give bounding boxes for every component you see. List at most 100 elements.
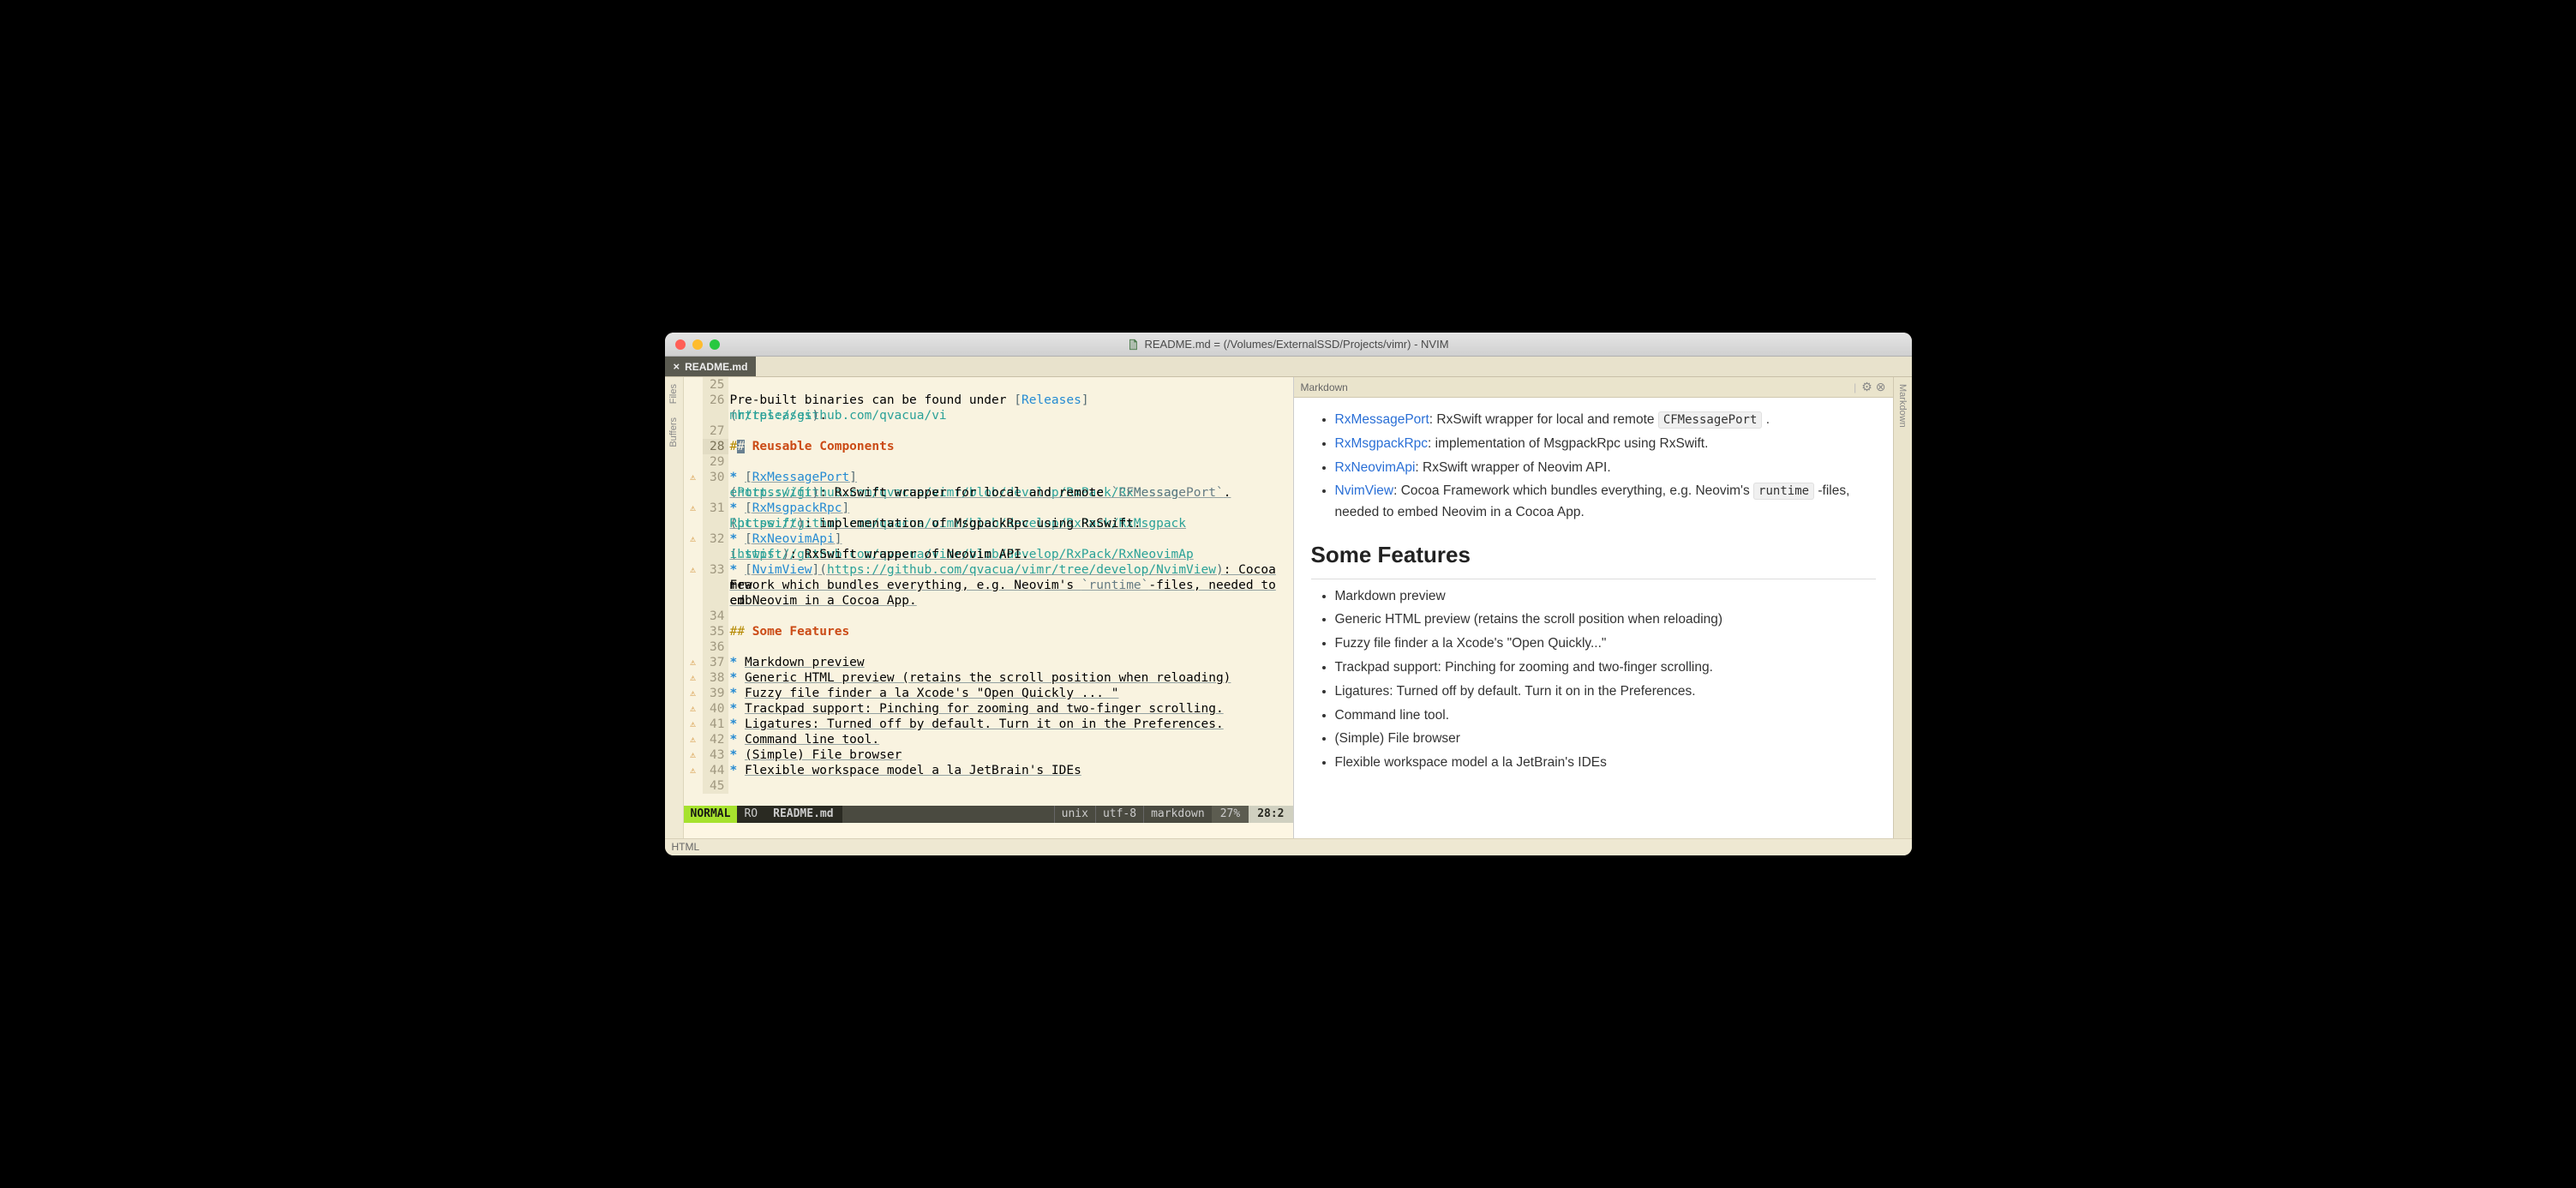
preview-list-item: RxMessagePort: RxSwift wrapper for local… [1335,410,1876,431]
editor-viewport[interactable]: 2526Pre-built binaries can be found unde… [684,377,1293,806]
filetype-indicator: markdown [1143,806,1212,823]
editor-line[interactable]: ⚠42* Command line tool. [684,732,1293,747]
editor-line[interactable]: ⚠44* Flexible workspace model a la JetBr… [684,763,1293,778]
editor-line[interactable]: mework which bundles everything, e.g. Ne… [684,578,1293,593]
minimize-window-button[interactable] [692,339,703,350]
command-line[interactable] [684,823,1293,838]
preview-header: Markdown | ⚙ ⊗ [1294,377,1893,398]
editor-line[interactable]: 27 [684,423,1293,439]
editor-line[interactable]: ⚠32* [RxNeovimApi](https://github.com/qv… [684,531,1293,547]
preview-link[interactable]: RxMessagePort [1335,412,1429,427]
editor-line[interactable]: mr/releases). [684,408,1293,423]
sign-column [684,578,703,593]
editor-line[interactable]: ⚠39* Fuzzy file finder a la Xcode's "Ope… [684,686,1293,701]
inline-code: CFMessagePort [1658,411,1763,429]
editor-line[interactable]: ⚠31* [RxMsgpackRpc](https://github.com/q… [684,501,1293,516]
editor-line[interactable]: ⚠33* [NvimView](https://github.com/qvacu… [684,562,1293,578]
close-preview-icon[interactable]: ⊗ [1876,380,1886,394]
line-number: 43 [703,747,728,763]
line-number: 39 [703,686,728,701]
line-number: 28 [703,439,728,454]
editor-line[interactable]: ed Neovim in a Cocoa App. [684,593,1293,609]
line-number: 27 [703,423,728,439]
document-icon [1127,339,1139,351]
editor-line[interactable]: i.swift): RxSwift wrapper of Neovim API. [684,547,1293,562]
zoom-window-button[interactable] [710,339,720,350]
editor-line[interactable]: ⚠41* Ligatures: Turned off by default. T… [684,717,1293,732]
titlebar: README.md = (/Volumes/ExternalSSD/Projec… [665,333,1912,357]
editor-line[interactable]: ⚠43* (Simple) File browser [684,747,1293,763]
line-number [703,485,728,501]
code-text: ed Neovim in a Cocoa App. [728,593,1293,609]
code-text: Rpc.swift): implementation of MsgpackRpc… [728,516,1293,531]
code-text: * (Simple) File browser [728,747,1293,763]
preview-list-item: RxNeovimApi: RxSwift wrapper of Neovim A… [1335,458,1876,479]
line-number: 44 [703,763,728,778]
editor-line[interactable]: 35## Some Features [684,624,1293,639]
editor-line[interactable]: 25 [684,377,1293,393]
sign-column [684,423,703,439]
line-number: 30 [703,470,728,485]
preview-heading: Some Features [1311,537,1876,579]
mode-indicator: NORMAL [684,806,738,823]
html-tool-button[interactable]: HTML [672,841,700,853]
tab-label: README.md [685,361,747,373]
line-number: 37 [703,655,728,670]
line-number: 33 [703,562,728,578]
close-window-button[interactable] [675,339,686,350]
editor-line[interactable]: ⚠38* Generic HTML preview (retains the s… [684,670,1293,686]
code-text: * Generic HTML preview (retains the scro… [728,670,1293,686]
encoding-indicator: utf-8 [1095,806,1143,823]
fileformat-indicator: unix [1054,806,1095,823]
editor-line[interactable]: ⚠30* [RxMessagePort](https://github.com/… [684,470,1293,485]
editor-line[interactable]: 28## Reusable Components [684,439,1293,454]
buffers-tool-button[interactable]: Buffers [668,414,679,451]
code-text: * [RxMsgpackRpc](https://github.com/qvac… [728,501,1293,516]
line-number: 35 [703,624,728,639]
editor-line[interactable]: ⚠40* Trackpad support: Pinching for zoom… [684,701,1293,717]
editor-line[interactable]: 36 [684,639,1293,655]
tab-readme[interactable]: × README.md [665,357,757,376]
close-tab-icon[interactable]: × [674,360,680,373]
line-number: 42 [703,732,728,747]
editor-line[interactable]: 26Pre-built binaries can be found under … [684,393,1293,408]
line-number: 45 [703,778,728,794]
sign-column: ⚠ [684,655,703,670]
code-text: * Fuzzy file finder a la Xcode's "Open Q… [728,686,1293,701]
editor-line[interactable]: 29 [684,454,1293,470]
preview-title: Markdown [1301,381,1854,393]
editor-line[interactable]: 45 [684,778,1293,794]
preview-link[interactable]: RxMsgpackRpc [1335,436,1429,451]
sign-column: ⚠ [684,501,703,516]
sign-column [684,624,703,639]
markdown-tool-button[interactable]: Markdown [1897,381,1908,431]
right-tool-rail: Markdown [1893,377,1912,838]
line-number [703,578,728,593]
editor-line[interactable]: Rpc.swift): implementation of MsgpackRpc… [684,516,1293,531]
code-text: * Ligatures: Turned off by default. Turn… [728,717,1293,732]
sign-column [684,454,703,470]
code-text [728,639,1293,655]
code-text: ePort.swift): RxSwift wrapper for local … [728,485,1293,501]
preview-body[interactable]: RxMessagePort: RxSwift wrapper for local… [1294,398,1893,838]
editor-line[interactable]: ⚠37* Markdown preview [684,655,1293,670]
preview-link[interactable]: RxNeovimApi [1335,460,1416,475]
app-window: README.md = (/Volumes/ExternalSSD/Projec… [665,333,1912,855]
preview-link[interactable]: NvimView [1335,483,1394,498]
readonly-indicator: RO [737,806,764,823]
sign-column: ⚠ [684,531,703,547]
gear-icon[interactable]: ⚙ [1861,380,1872,394]
preview-list-item: Generic HTML preview (retains the scroll… [1335,609,1876,631]
code-text [728,778,1293,794]
sign-column: ⚠ [684,701,703,717]
files-tool-button[interactable]: Files [668,381,679,407]
editor-line[interactable]: 34 [684,609,1293,624]
preview-list-item: Flexible workspace model a la JetBrain's… [1335,753,1876,774]
line-number: 38 [703,670,728,686]
sign-column [684,516,703,531]
editor-line[interactable]: ePort.swift): RxSwift wrapper for local … [684,485,1293,501]
inline-code: runtime [1753,483,1814,500]
code-text: * Flexible workspace model a la JetBrain… [728,763,1293,778]
percent-indicator: 27% [1212,806,1249,823]
sign-column [684,439,703,454]
